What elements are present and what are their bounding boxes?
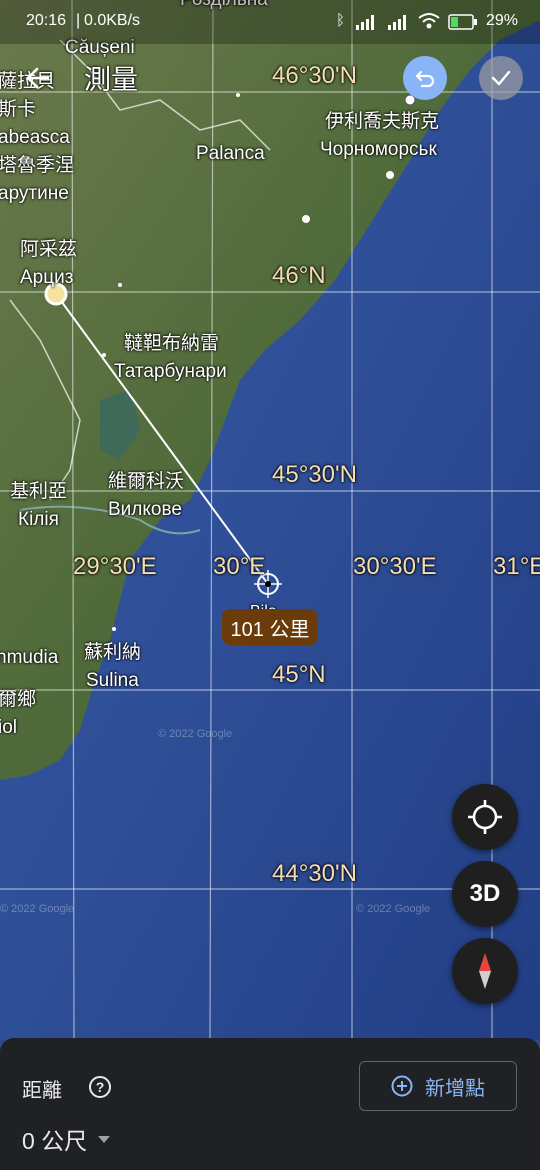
page-title: 測量	[84, 65, 138, 95]
arrow-left-icon[interactable]	[24, 64, 52, 92]
status-time: 20:16	[26, 12, 67, 29]
place-label-vylkove: Вилкове	[108, 499, 182, 520]
undo-button[interactable]	[403, 56, 447, 100]
my-location-button[interactable]	[452, 784, 518, 850]
map-watermark: © 2022 Google	[0, 903, 75, 915]
lon-label-30-30: 30°30'E	[353, 553, 437, 580]
place-label-vylkove-cn: 維爾科沃	[108, 471, 185, 492]
lat-label-45: 45°N	[272, 661, 326, 688]
confirm-button[interactable]	[479, 56, 523, 100]
plus-circle-icon	[391, 1075, 413, 1097]
map-watermark: © 2022 Google	[356, 903, 431, 915]
place-label-sulina-cn: 蘇利納	[84, 642, 142, 663]
crosshair-icon	[468, 800, 502, 834]
place-label-chornomorsk-cn: 伊利喬夫斯克	[325, 111, 440, 132]
place-label-tatarbunary: Татарбунари	[114, 361, 227, 382]
place-label-left-ro2: iol	[0, 717, 18, 738]
battery-icon	[448, 14, 477, 30]
distance-label: 距離	[22, 1080, 62, 1102]
distance-value: 0 公尺	[22, 1128, 88, 1154]
signal-icon	[388, 15, 406, 30]
lon-label-29-30: 29°30'E	[73, 553, 157, 580]
3d-toggle-button[interactable]: 3D	[452, 861, 518, 927]
check-icon	[491, 70, 511, 86]
compass-icon	[479, 953, 491, 989]
add-point-label: 新增點	[425, 1077, 485, 1100]
unit-dropdown[interactable]: 0 公尺	[22, 1122, 111, 1156]
wifi-icon	[418, 13, 440, 29]
caret-down-icon	[98, 1136, 111, 1143]
lon-label-30: 30°E	[213, 553, 266, 580]
measure-panel: 距離 ? 0 公尺 新增點	[0, 1038, 540, 1170]
distance-badge: 101 公里	[222, 609, 318, 645]
place-label-artsyz: Арциз	[20, 267, 74, 288]
place-label-mahmudia: nmudia	[0, 647, 59, 668]
undo-icon	[415, 70, 435, 88]
signal-icon	[356, 15, 374, 30]
bluetooth-icon: ᛒ	[336, 12, 346, 29]
status-battery: 29%	[486, 12, 519, 29]
place-label-chornomorsk: Чорноморськ	[320, 139, 437, 160]
top-bar: 測量	[0, 48, 540, 108]
svg-text:?: ?	[96, 1079, 105, 1095]
place-label-tatarbunary-cn: 韃靼布納雷	[124, 333, 220, 354]
compass-button[interactable]	[452, 938, 518, 1004]
place-label-left3: abeasca	[0, 127, 70, 148]
place-label-palanca: Palanca	[196, 143, 265, 164]
lat-label-44-30: 44°30'N	[272, 860, 357, 887]
lat-label-45-30: 45°30'N	[272, 461, 357, 488]
place-label-left4: 塔魯季涅	[0, 155, 75, 176]
question-circle-icon[interactable]: ?	[88, 1075, 112, 1099]
place-label-left-ro1: 爾鄉	[0, 689, 37, 710]
lat-label-46: 46°N	[272, 262, 326, 289]
add-point-button[interactable]: 新增點	[359, 1061, 517, 1111]
status-bar: 20:16 | 0.0KB/s ᛒ 29%	[0, 0, 540, 44]
status-speed: 0.0KB/s	[84, 12, 141, 29]
place-label-sulina: Sulina	[86, 670, 139, 691]
place-label-artsyz-cn: 阿采茲	[20, 239, 78, 260]
place-label-kiliya: Кілія	[18, 509, 59, 530]
place-label-left5: арутине	[0, 183, 69, 204]
lon-label-31: 31°E	[493, 553, 540, 580]
map-watermark: © 2022 Google	[158, 728, 233, 740]
place-label-kiliya-cn: 基利亞	[10, 481, 68, 502]
